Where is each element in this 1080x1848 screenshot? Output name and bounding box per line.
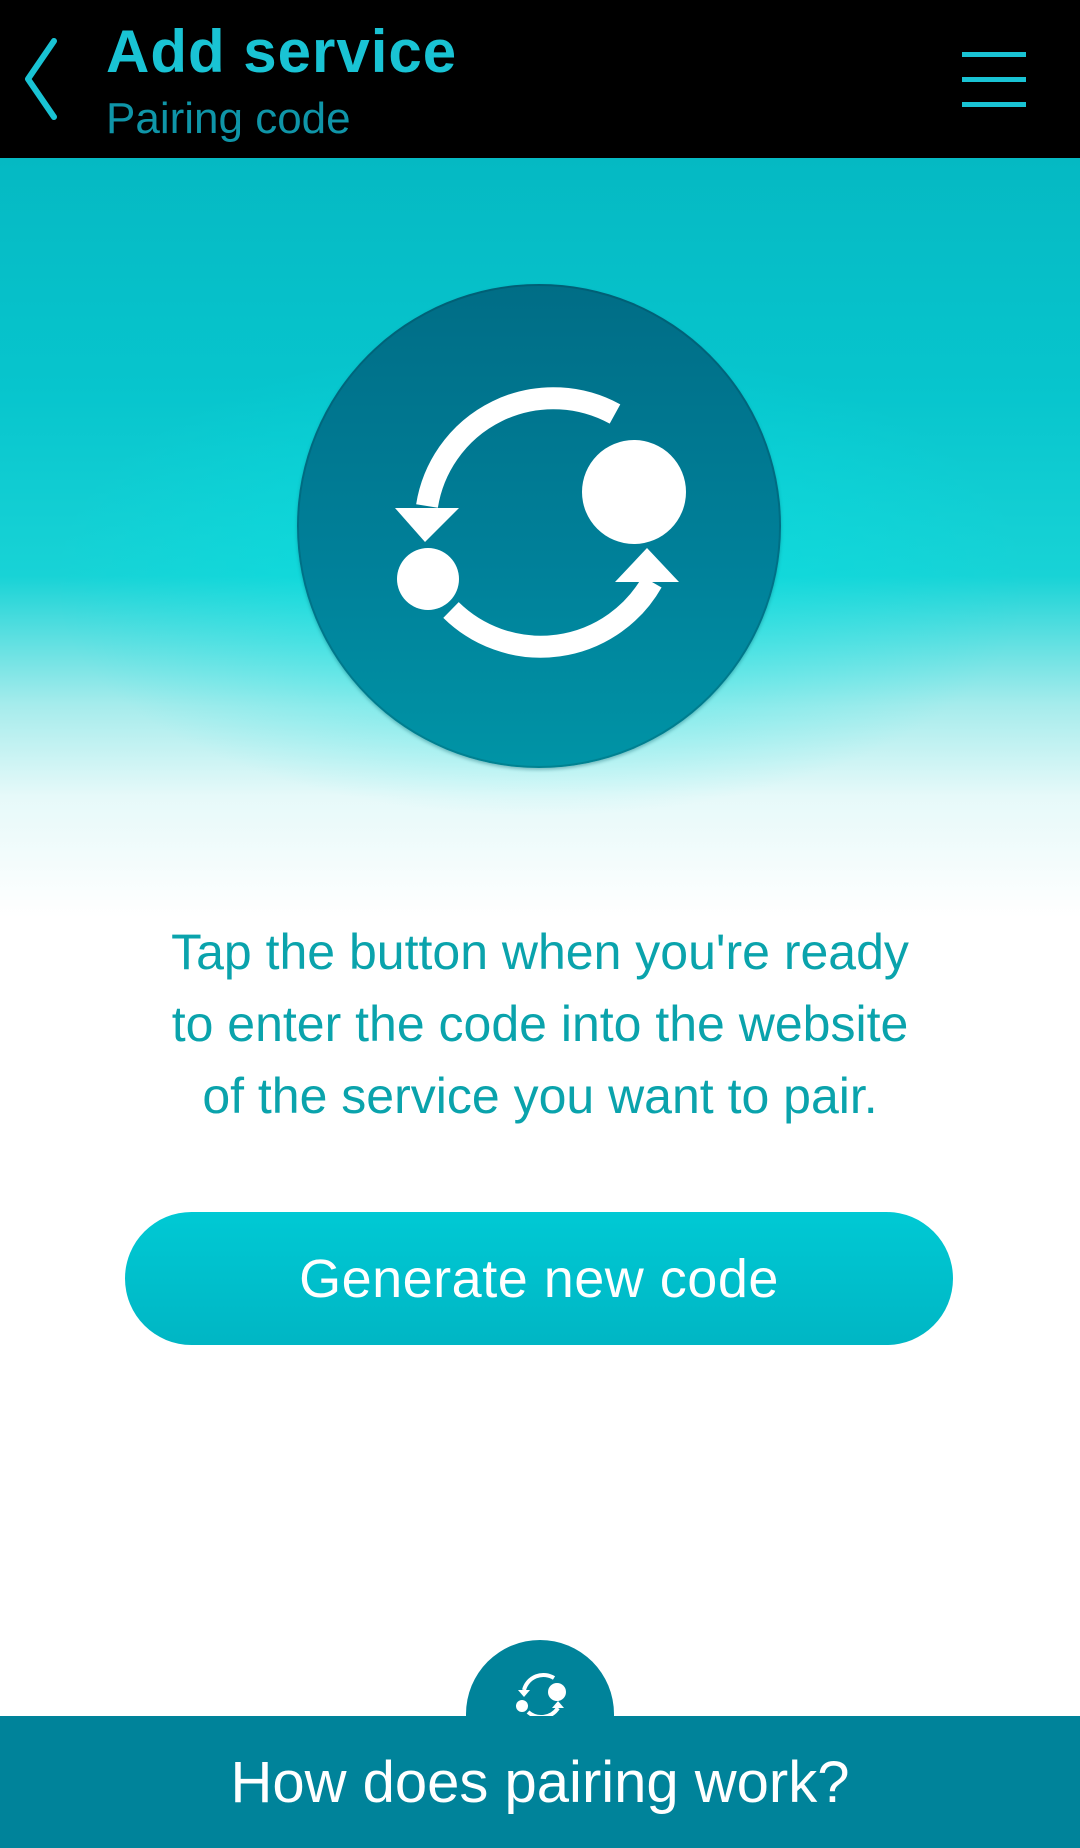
app-screen: Add service Pairing code Tap the button … [0,0,1080,1848]
pairing-illustration [297,284,781,768]
app-header: Add service Pairing code [0,0,1080,158]
page-subtitle: Pairing code [106,94,351,143]
generate-new-code-button[interactable]: Generate new code [125,1212,953,1345]
instructions-line-1: Tap the button when you're ready [171,924,909,980]
menu-button[interactable] [956,44,1032,116]
how-does-pairing-work-button[interactable]: How does pairing work? [0,1716,1080,1848]
hamburger-menu-icon [962,52,1026,107]
chevron-left-icon [25,38,57,120]
instructions-line-2: to enter the code into the website [171,996,909,1052]
back-button[interactable] [14,30,70,128]
instructions-line-3: of the service you want to pair. [202,1068,878,1124]
pairing-sync-icon [395,387,686,658]
instructions-text: Tap the button when you're ready to ente… [100,916,980,1132]
page-title: Add service [106,18,458,85]
